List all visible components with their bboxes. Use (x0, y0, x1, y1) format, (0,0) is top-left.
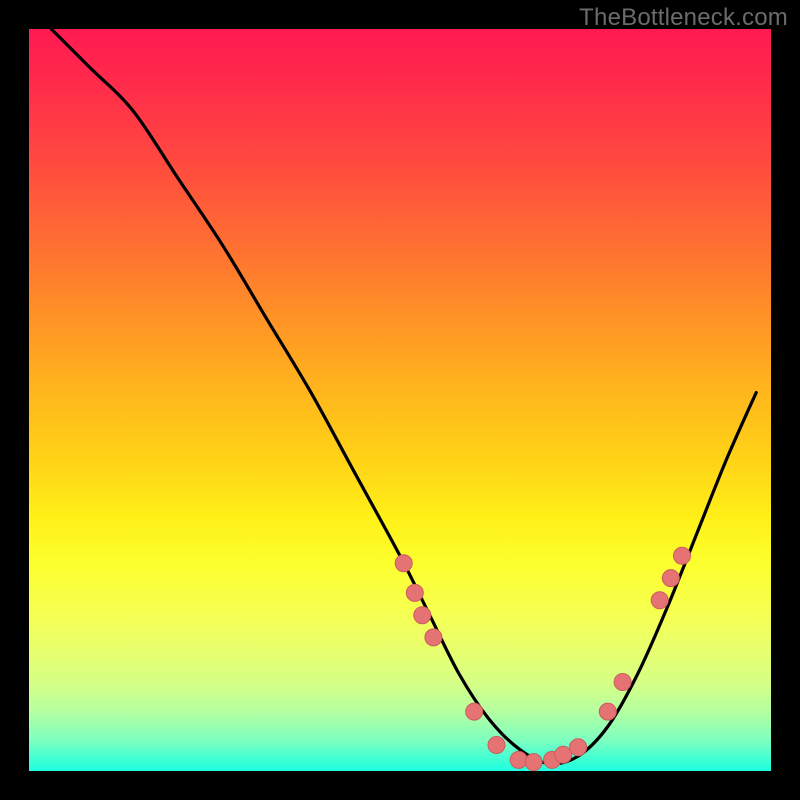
curve-layer (29, 29, 771, 771)
data-point-marker (525, 754, 542, 771)
data-point-marker (614, 674, 631, 691)
chart-frame: TheBottleneck.com (0, 0, 800, 800)
data-point-marker (466, 703, 483, 720)
data-point-marker (555, 746, 572, 763)
data-point-marker (599, 703, 616, 720)
data-point-marker (651, 592, 668, 609)
data-point-marker (488, 737, 505, 754)
data-point-marker (414, 607, 431, 624)
data-point-marker (510, 751, 527, 768)
data-point-marker (662, 570, 679, 587)
data-point-marker (395, 555, 412, 572)
data-point-marker (570, 739, 587, 756)
attribution-label: TheBottleneck.com (579, 4, 788, 32)
data-point-marker (406, 584, 423, 601)
bottleneck-curve (51, 29, 756, 764)
data-point-marker (425, 629, 442, 646)
data-point-marker (674, 547, 691, 564)
